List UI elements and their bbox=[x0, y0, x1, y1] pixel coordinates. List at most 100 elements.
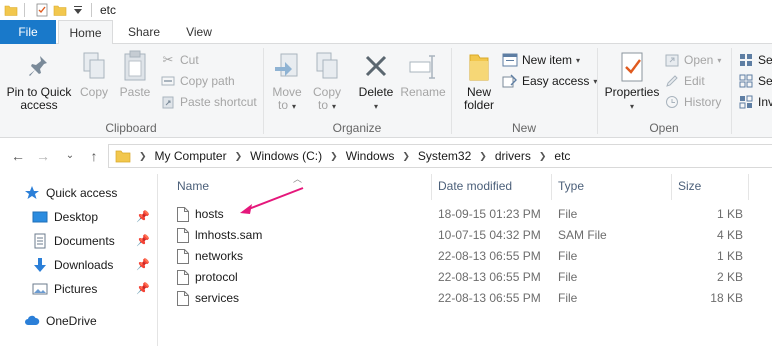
pin-icon[interactable]: 📌 bbox=[136, 210, 150, 223]
copy-path-button[interactable]: Copy path bbox=[160, 71, 235, 91]
table-row[interactable]: protocol 22-08-13 06:55 PM File 2 KB bbox=[173, 267, 765, 288]
new-folder-icon[interactable] bbox=[53, 3, 67, 17]
folder-icon[interactable] bbox=[4, 3, 18, 17]
tab-file[interactable]: File bbox=[0, 20, 56, 44]
recent-locations-chevron-icon[interactable]: ⌄ bbox=[62, 147, 78, 165]
move-to-button[interactable]: Move to ▾ bbox=[270, 50, 304, 113]
pictures-icon bbox=[32, 281, 48, 297]
up-arrow-icon[interactable]: ↑ bbox=[86, 147, 102, 165]
nav-item-downloads[interactable]: Downloads 📌 bbox=[0, 254, 158, 276]
breadcrumb-my-computer[interactable]: My Computer bbox=[155, 149, 227, 163]
documents-icon bbox=[32, 233, 48, 249]
pin-label-line2: access bbox=[20, 98, 58, 112]
table-row[interactable]: services 22-08-13 06:55 PM File 18 KB bbox=[173, 288, 765, 309]
open-button[interactable]: Open ▾ bbox=[664, 50, 721, 70]
toolbar-divider bbox=[91, 3, 92, 17]
file-type: File bbox=[558, 291, 578, 305]
nav-item-documents[interactable]: Documents 📌 bbox=[0, 230, 158, 252]
file-name-cell[interactable]: lmhosts.sam bbox=[177, 225, 262, 246]
tab-home[interactable]: Home bbox=[58, 20, 113, 45]
breadcrumb-chevron-icon[interactable]: ❯ bbox=[479, 151, 487, 162]
delete-button[interactable]: Delete ▾ bbox=[356, 50, 396, 113]
properties-icon[interactable] bbox=[35, 3, 49, 17]
table-row[interactable]: lmhosts.sam 10-07-15 04:32 PM SAM File 4 KB bbox=[173, 225, 765, 246]
easy-access-button[interactable]: Easy access ▾ bbox=[502, 71, 597, 91]
rename-button[interactable]: Rename bbox=[400, 50, 446, 99]
table-row[interactable]: networks 22-08-13 06:55 PM File 1 KB bbox=[173, 246, 765, 267]
breadcrumb-chevron-icon[interactable]: ❯ bbox=[539, 151, 547, 162]
organize-group: Move to ▾ Copy to ▾ Delete ▾ Rename Organi… bbox=[264, 44, 450, 138]
new-folder-button[interactable]: New folder bbox=[458, 50, 500, 112]
file-size: 4 KB bbox=[716, 228, 743, 242]
breadcrumb-chevron-icon[interactable]: ❯ bbox=[330, 151, 338, 162]
new-item-icon bbox=[502, 52, 518, 68]
breadcrumb-system32[interactable]: System32 bbox=[418, 149, 471, 163]
paste-shortcut-button[interactable]: Paste shortcut bbox=[160, 92, 257, 112]
cut-label: Cut bbox=[180, 53, 199, 67]
copy-button[interactable]: Copy bbox=[76, 50, 112, 99]
forward-arrow-icon[interactable]: → bbox=[35, 147, 51, 165]
file-name-cell[interactable]: hosts bbox=[177, 204, 224, 225]
column-header-date-modified[interactable]: Date modified bbox=[432, 174, 552, 200]
properties-caret: ▾ bbox=[602, 99, 662, 113]
edit-button[interactable]: Edit bbox=[664, 71, 705, 91]
edit-label: Edit bbox=[684, 74, 705, 88]
breadcrumb-drivers[interactable]: drivers bbox=[495, 149, 531, 163]
pin-icon[interactable]: 📌 bbox=[136, 258, 150, 271]
breadcrumb-windows-c[interactable]: Windows (C:) bbox=[250, 149, 322, 163]
column-divider[interactable] bbox=[748, 174, 749, 200]
file-name-cell[interactable]: protocol bbox=[177, 267, 238, 288]
nav-item-onedrive[interactable]: OneDrive bbox=[0, 310, 158, 332]
open-label: Open bbox=[684, 53, 714, 67]
back-arrow-icon[interactable]: ← bbox=[10, 147, 26, 165]
nav-label: Documents bbox=[54, 234, 115, 248]
new-item-button[interactable]: New item ▾ bbox=[502, 50, 580, 70]
select-all-button[interactable]: Sel bbox=[738, 50, 772, 70]
breadcrumb-chevron-icon[interactable]: ❯ bbox=[235, 151, 243, 162]
customize-dropdown-icon[interactable] bbox=[71, 3, 85, 17]
table-row[interactable]: hosts 18-09-15 01:23 PM File 1 KB bbox=[173, 204, 765, 225]
select-none-button[interactable]: Sel bbox=[738, 71, 772, 91]
pin-icon[interactable]: 📌 bbox=[136, 234, 150, 247]
history-button[interactable]: History bbox=[664, 92, 721, 112]
breadcrumb-chevron-icon[interactable]: ❯ bbox=[402, 151, 410, 162]
select-none-label: Sel bbox=[758, 74, 772, 88]
ribbon: Pin to Quick access Copy Paste ✂ Cut Cop… bbox=[0, 44, 772, 138]
pin-to-quick-access-button[interactable]: Pin to Quick access bbox=[4, 50, 74, 112]
breadcrumb-windows[interactable]: Windows bbox=[346, 149, 395, 163]
new-folder-label-line2: folder bbox=[463, 98, 495, 112]
tab-view[interactable]: View bbox=[176, 20, 222, 44]
copy-to-label-line2: to ▾ bbox=[317, 98, 337, 112]
nav-item-desktop[interactable]: Desktop 📌 bbox=[0, 206, 158, 228]
copy-to-button[interactable]: Copy to ▾ bbox=[310, 50, 344, 113]
file-date: 18-09-15 01:23 PM bbox=[438, 207, 541, 221]
file-name-cell[interactable]: services bbox=[177, 288, 239, 309]
file-size: 2 KB bbox=[716, 270, 743, 284]
column-header-size[interactable]: Size bbox=[672, 174, 748, 200]
select-group: Sel Sel Inv bbox=[732, 44, 772, 138]
paste-button[interactable]: Paste bbox=[116, 50, 154, 99]
toolbar-divider bbox=[24, 3, 25, 17]
pin-icon[interactable]: 📌 bbox=[136, 282, 150, 295]
title-bar: etc bbox=[0, 0, 772, 20]
delete-caret: ▾ bbox=[356, 99, 396, 113]
desktop-icon bbox=[32, 209, 48, 225]
nav-item-quick-access[interactable]: Quick access bbox=[0, 182, 158, 204]
address-bar[interactable]: ❯ My Computer ❯ Windows (C:) ❯ Windows ❯… bbox=[108, 144, 772, 168]
copy-icon bbox=[83, 52, 105, 79]
breadcrumb-etc[interactable]: etc bbox=[554, 149, 570, 163]
file-type: File bbox=[558, 270, 578, 284]
invert-selection-button[interactable]: Inv bbox=[738, 92, 772, 112]
tab-share[interactable]: Share bbox=[122, 20, 166, 44]
nav-item-pictures[interactable]: Pictures 📌 bbox=[0, 278, 158, 300]
file-icon bbox=[177, 249, 189, 264]
breadcrumb-chevron-icon[interactable]: ❯ bbox=[139, 151, 147, 162]
chevron-down-icon: ▾ bbox=[629, 102, 634, 111]
cut-button[interactable]: ✂ Cut bbox=[160, 50, 199, 70]
column-header-type[interactable]: Type bbox=[552, 174, 672, 200]
file-type: File bbox=[558, 207, 578, 221]
history-icon bbox=[664, 94, 680, 110]
properties-button[interactable]: Properties ▾ bbox=[602, 50, 662, 113]
file-name-cell[interactable]: networks bbox=[177, 246, 243, 267]
select-all-label: Sel bbox=[758, 53, 772, 67]
